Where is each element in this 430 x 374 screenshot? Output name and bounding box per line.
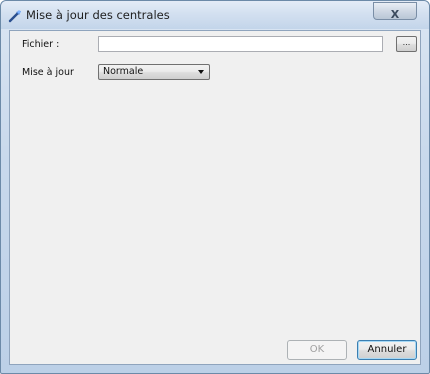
file-label: Fichier : bbox=[22, 39, 60, 50]
title-bar[interactable]: Mise à jour des centrales X bbox=[1, 1, 429, 29]
wand-icon bbox=[8, 10, 21, 23]
close-icon: X bbox=[390, 8, 400, 21]
browse-button[interactable]: ... bbox=[396, 36, 417, 52]
chevron-down-icon bbox=[198, 70, 204, 74]
dialog-window: Mise à jour des centrales X Fichier : ..… bbox=[0, 0, 430, 374]
update-mode-value: Normale bbox=[103, 66, 144, 77]
window-title: Mise à jour des centrales bbox=[26, 8, 170, 22]
file-path-input[interactable] bbox=[98, 36, 383, 52]
cancel-button[interactable]: Annuler bbox=[357, 340, 417, 360]
close-button[interactable]: X bbox=[373, 2, 417, 21]
dialog-body: Fichier : ... Mise à jour Normale OK Ann… bbox=[9, 30, 421, 365]
update-mode-label: Mise à jour bbox=[22, 67, 74, 78]
update-mode-dropdown[interactable]: Normale bbox=[98, 64, 210, 80]
ok-button[interactable]: OK bbox=[287, 340, 347, 360]
